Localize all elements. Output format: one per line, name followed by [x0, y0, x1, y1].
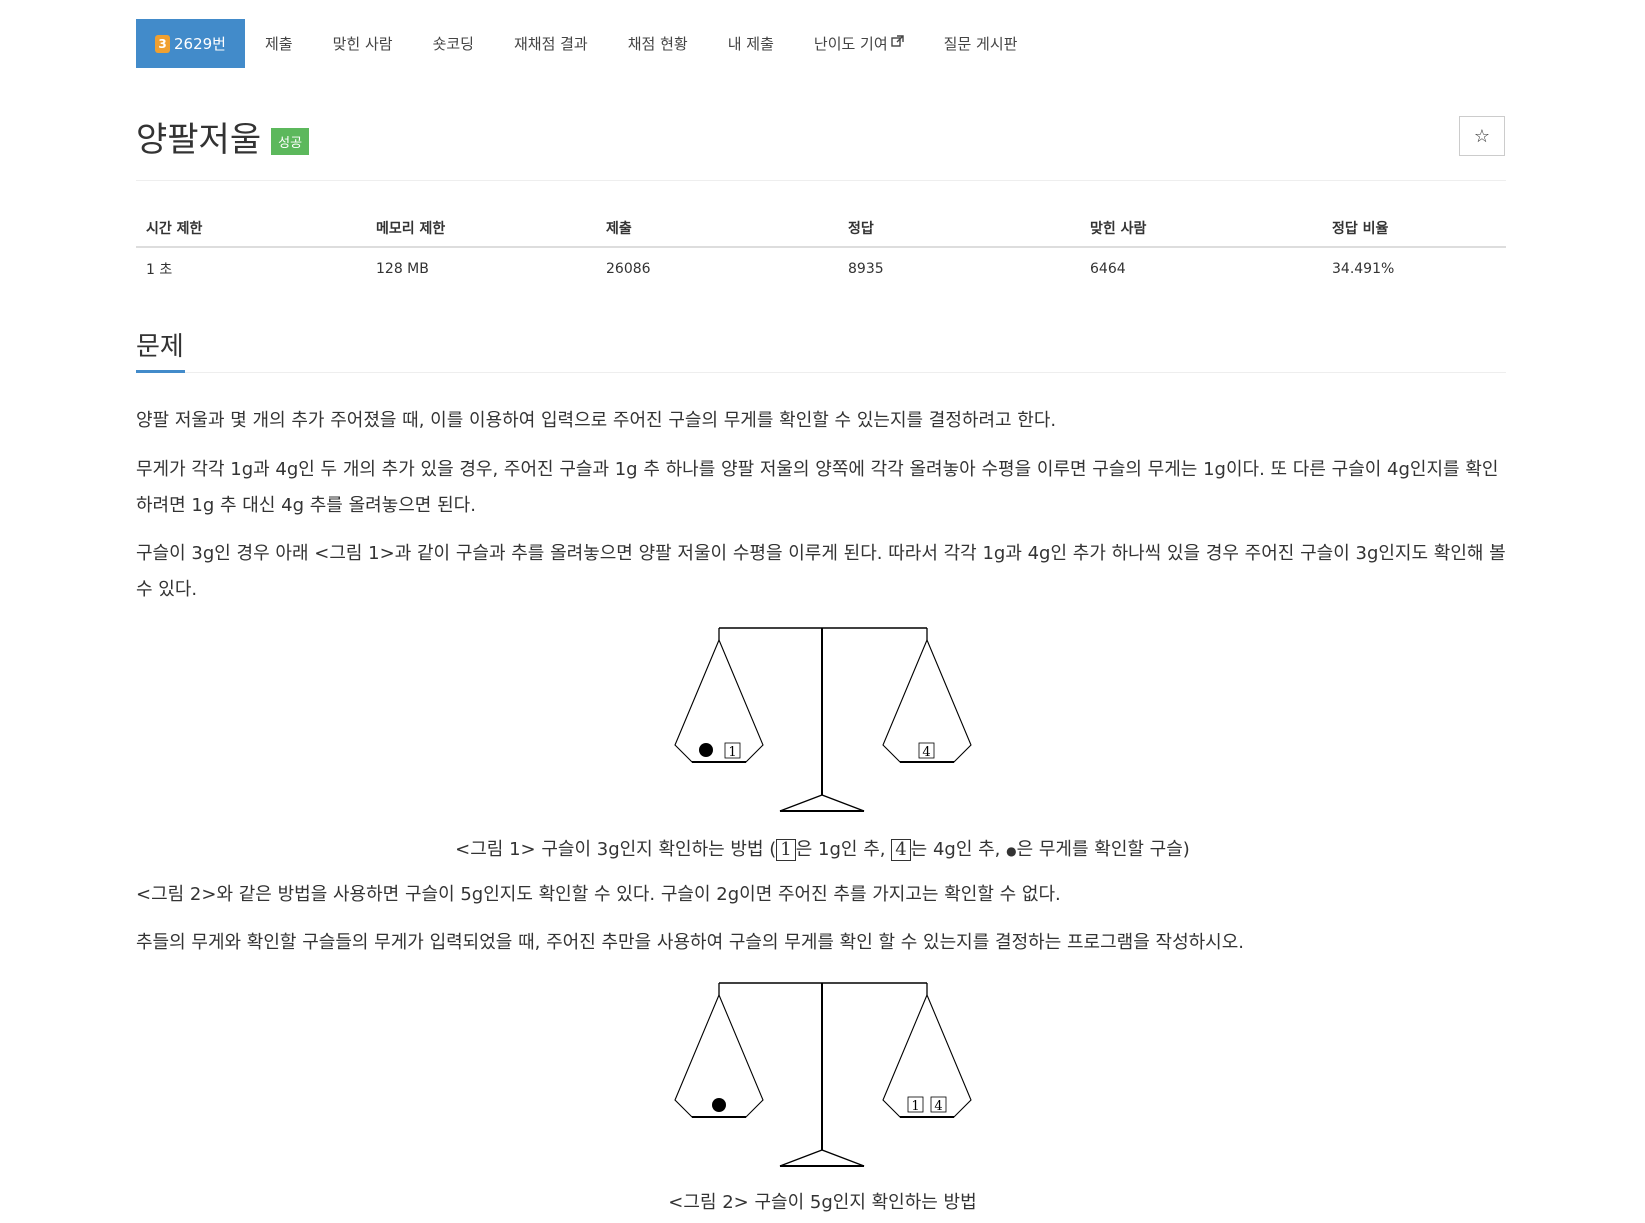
table-row: 1 초 128 MB 26086 8935 6464 34.491%: [136, 247, 1506, 290]
marble: [699, 743, 713, 757]
section-divider: [136, 372, 1506, 373]
section-underline: [136, 370, 185, 373]
nav-solved-users[interactable]: 맞힌 사람: [313, 19, 413, 68]
weight-4-label: 4: [934, 1099, 942, 1114]
problem-title: 양팔저울: [136, 120, 262, 160]
figure-2-caption: <그림 2> 구슬이 5g인지 확인하는 방법: [668, 1192, 977, 1213]
nav-my-submissions[interactable]: 내 제출: [708, 19, 794, 68]
header-submissions: 제출: [596, 210, 838, 248]
external-link-icon: [890, 35, 904, 52]
section-heading: 문제: [136, 332, 184, 362]
figure-1-balance: 1 4: [674, 627, 972, 812]
accepted-value: 8935: [848, 261, 884, 277]
caption-text-mid1: 은 1g인 추,: [795, 839, 892, 860]
caption-text-start: <그림 1> 구슬이 3g인지 확인하는 방법 (: [455, 839, 777, 860]
problem-info-table: 시간 제한 메모리 제한 제출 정답 맞힌 사람 정답 비율 1 초 128 M…: [136, 210, 1506, 290]
header-memory-limit: 메모리 제한: [366, 210, 596, 248]
table-header-row: 시간 제한 메모리 제한 제출 정답 맞힌 사람 정답 비율: [136, 210, 1506, 248]
nav-short-coding[interactable]: 숏코딩: [413, 19, 494, 68]
header-solved-users: 맞힌 사람: [1080, 210, 1322, 248]
nav-rejudge-results[interactable]: 재채점 결과: [494, 19, 608, 68]
weight-1-label: 1: [728, 745, 736, 760]
star-icon: ☆: [1473, 125, 1491, 147]
caption-text-mid2: 는 4g인 추,: [910, 839, 1007, 860]
status-badge: 성공: [271, 128, 310, 155]
weight-box-1: 1: [776, 839, 796, 861]
star-button[interactable]: ☆: [1459, 116, 1505, 156]
divider: [136, 180, 1506, 181]
nav-question-board[interactable]: 질문 게시판: [924, 19, 1038, 68]
marble: [712, 1098, 726, 1112]
nav-status[interactable]: 채점 현황: [608, 19, 708, 68]
problem-number-label: 2629번: [174, 35, 226, 53]
submissions-value: 26086: [606, 261, 651, 277]
weight-1-label: 1: [911, 1099, 919, 1114]
paragraph-4: <그림 2>와 같은 방법을 사용하면 구슬이 5g인지도 확인할 수 있다. …: [136, 884, 1061, 905]
solved-users-value: 6464: [1090, 261, 1126, 277]
nav-problem-number[interactable]: 3 2629번: [136, 19, 245, 68]
nav-submit[interactable]: 제출: [245, 19, 313, 68]
header-accepted: 정답: [838, 210, 1080, 248]
figure-1-caption: <그림 1> 구슬이 3g인지 확인하는 방법 (1 은 1g인 추, 4는 4g…: [0, 835, 1645, 861]
paragraph-5: 추들의 무게와 확인할 구슬들의 무게가 입력되었을 때, 주어진 추만을 사용…: [136, 932, 1245, 953]
header-time-limit: 시간 제한: [136, 210, 366, 248]
difficulty-contribution-label: 난이도 기여: [813, 35, 888, 53]
weight-box-4: 4: [891, 839, 911, 861]
header-accept-ratio: 정답 비율: [1322, 210, 1506, 248]
weight-4-label: 4: [922, 745, 930, 760]
memory-limit-value: 128 MB: [376, 261, 429, 277]
paragraph-3: 구슬이 3g인 경우 아래 <그림 1>과 같이 구슬과 추를 올려놓으면 양팔…: [136, 543, 1506, 600]
accept-ratio-value: 34.491%: [1332, 261, 1395, 277]
title-row: 양팔저울 성공: [136, 112, 310, 161]
paragraph-1: 양팔 저울과 몇 개의 추가 주어졌을 때, 이를 이용하여 입력으로 주어진 …: [136, 410, 1057, 431]
time-limit-value: 1 초: [146, 262, 173, 278]
figure-2-balance: 1 4: [674, 982, 972, 1167]
nav-difficulty-contribution[interactable]: 난이도 기여: [794, 19, 924, 68]
marble-icon: ●: [1006, 844, 1017, 858]
problem-nav: 3 2629번 제출 맞힌 사람 숏코딩 재채점 결과 채점 현황 내 제출 난…: [136, 19, 1037, 68]
caption-text-end: 은 무게를 확인할 구슬): [1016, 839, 1190, 860]
paragraph-2: 무게가 각각 1g과 4g인 두 개의 추가 있을 경우, 주어진 구슬과 1g…: [136, 459, 1499, 516]
tier-badge: 3: [155, 34, 170, 53]
